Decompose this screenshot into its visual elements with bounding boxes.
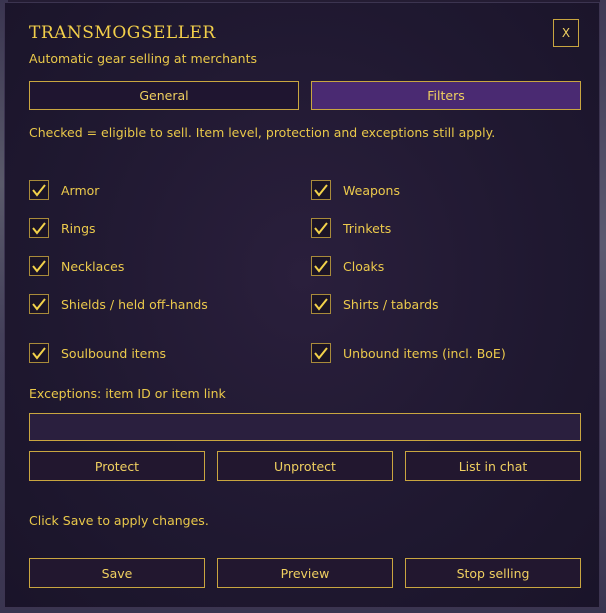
filter-weapons[interactable]: Weapons (311, 179, 400, 201)
checkmark-icon (32, 347, 46, 360)
exceptions-input[interactable] (29, 413, 581, 441)
filter-label: Weapons (343, 182, 400, 198)
filter-cloaks[interactable]: Cloaks (311, 255, 384, 277)
checkmark-icon (32, 260, 46, 273)
filters-note: Checked = eligible to sell. Item level, … (29, 125, 496, 140)
checkmark-icon (314, 260, 328, 273)
checkmark-icon (32, 298, 46, 311)
transmogseller-window: TRANSMOGSELLER Automatic gear selling at… (4, 2, 600, 608)
tab-general[interactable]: General (29, 81, 299, 110)
filter-label: Rings (61, 220, 96, 236)
filter-label: Soulbound items (61, 345, 167, 361)
filter-trinkets[interactable]: Trinkets (311, 217, 391, 239)
filter-armor[interactable]: Armor (29, 179, 99, 201)
tab-filters[interactable]: Filters (311, 81, 581, 110)
filter-label: Unbound items (incl. BoE) (343, 345, 506, 361)
checkbox-trinkets[interactable] (311, 218, 331, 238)
checkbox-cloaks[interactable] (311, 256, 331, 276)
screen: TRANSMOGSELLER Automatic gear selling at… (0, 0, 606, 613)
checkbox-necklaces[interactable] (29, 256, 49, 276)
filter-soulbound[interactable]: Soulbound items (29, 342, 166, 364)
checkbox-rings[interactable] (29, 218, 49, 238)
checkbox-unbound[interactable] (311, 343, 331, 363)
filter-label: Cloaks (343, 258, 385, 274)
preview-button[interactable]: Preview (217, 558, 393, 588)
window-title: TRANSMOGSELLER (29, 23, 216, 43)
filter-label: Shields / held off-hands (61, 296, 208, 312)
filter-label: Armor (61, 182, 100, 198)
filter-unbound[interactable]: Unbound items (incl. BoE) (311, 342, 506, 364)
filter-label: Necklaces (61, 258, 125, 274)
background-edge-right (600, 0, 606, 613)
save-button[interactable]: Save (29, 558, 205, 588)
checkbox-shirts[interactable] (311, 294, 331, 314)
filter-necklaces[interactable]: Necklaces (29, 255, 124, 277)
stop-selling-button[interactable]: Stop selling (405, 558, 581, 588)
save-hint: Click Save to apply changes. (29, 513, 209, 528)
close-button[interactable]: X (553, 19, 579, 47)
checkmark-icon (314, 222, 328, 235)
checkbox-armor[interactable] (29, 180, 49, 200)
checkmark-icon (32, 222, 46, 235)
window-subtitle: Automatic gear selling at merchants (29, 51, 257, 66)
checkmark-icon (314, 347, 328, 360)
exceptions-label: Exceptions: item ID or item link (29, 386, 226, 401)
filter-label: Trinkets (343, 220, 392, 236)
list-in-chat-button[interactable]: List in chat (405, 451, 581, 481)
checkmark-icon (32, 184, 46, 197)
protect-button[interactable]: Protect (29, 451, 205, 481)
checkmark-icon (314, 298, 328, 311)
filter-rings[interactable]: Rings (29, 217, 96, 239)
checkbox-weapons[interactable] (311, 180, 331, 200)
filter-shields[interactable]: Shields / held off-hands (29, 293, 208, 315)
unprotect-button[interactable]: Unprotect (217, 451, 393, 481)
checkmark-icon (314, 184, 328, 197)
filter-label: Shirts / tabards (343, 296, 439, 312)
checkbox-shields[interactable] (29, 294, 49, 314)
checkbox-soulbound[interactable] (29, 343, 49, 363)
filter-shirts[interactable]: Shirts / tabards (311, 293, 439, 315)
